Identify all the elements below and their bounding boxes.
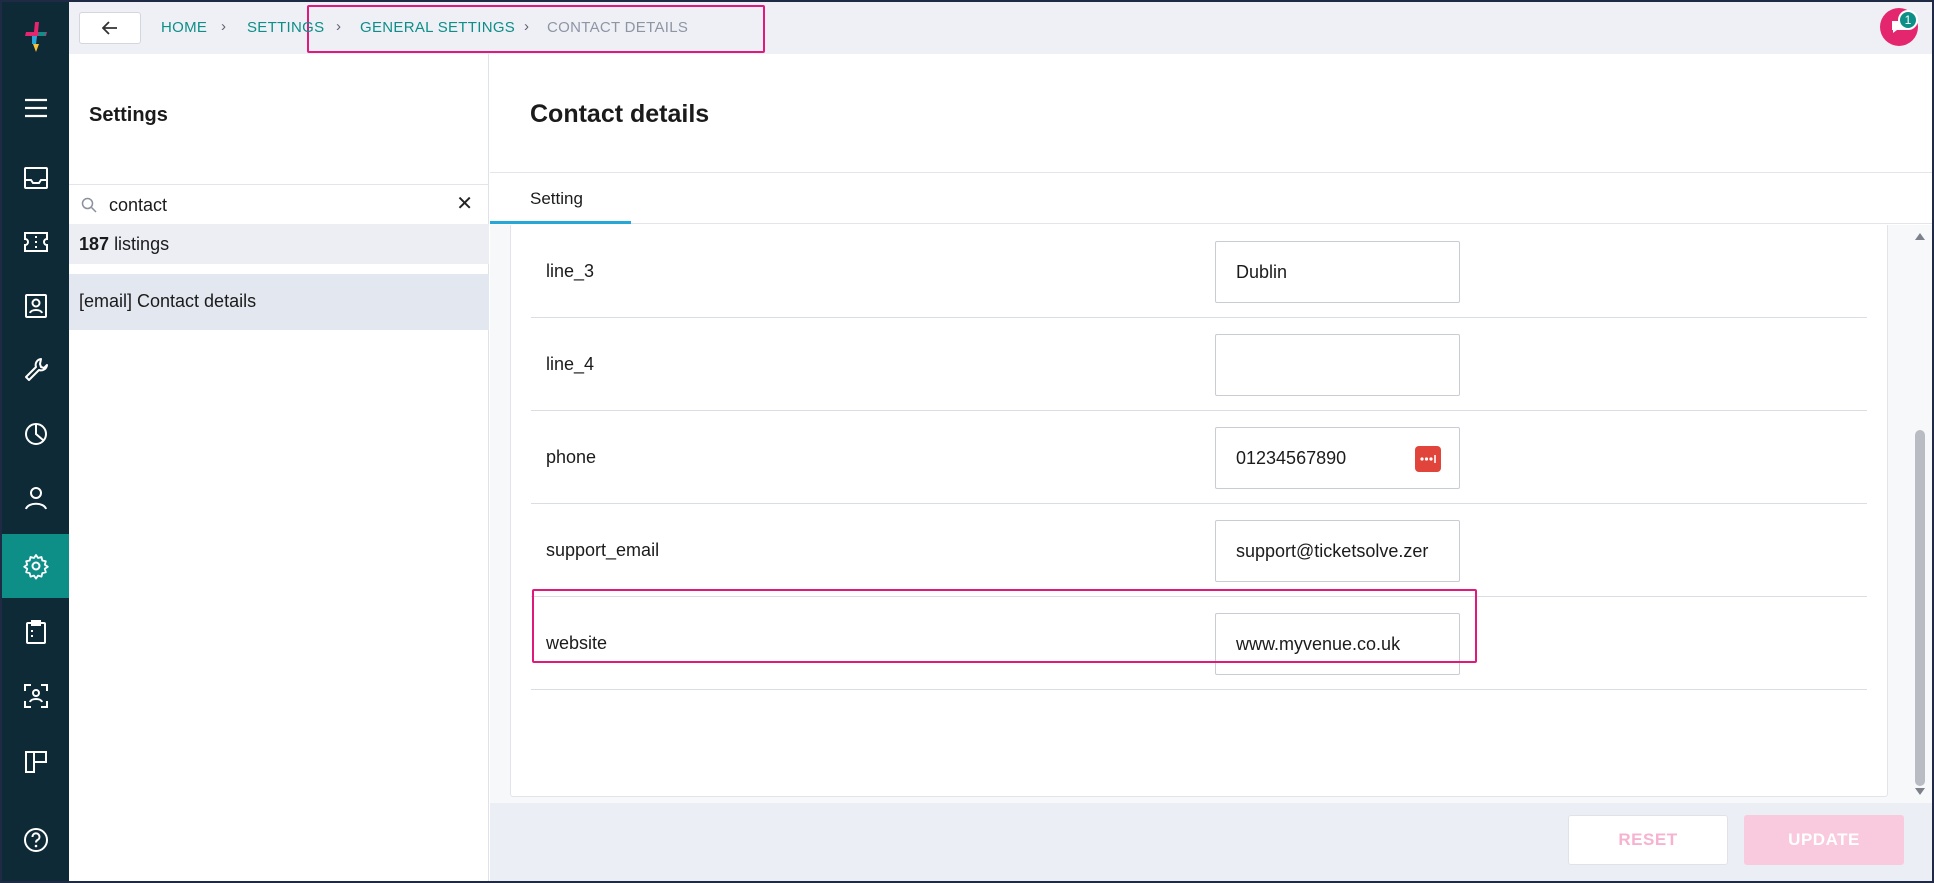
website-field[interactable] — [1215, 613, 1460, 675]
arrow-left-icon — [102, 21, 117, 35]
line-3-field[interactable] — [1215, 241, 1460, 303]
field-label: line_4 — [546, 354, 595, 374]
breadcrumb-general-settings[interactable]: GENERAL SETTINGS — [360, 19, 515, 36]
result-count-label: listings — [114, 234, 170, 254]
clear-search-icon[interactable]: ✕ — [456, 194, 473, 214]
support-email-field[interactable] — [1215, 520, 1460, 582]
ticket-icon[interactable] — [2, 210, 69, 274]
page-title: Contact details — [530, 100, 710, 128]
chevron-right-icon: › — [221, 18, 226, 35]
scrollbar[interactable] — [1914, 230, 1926, 798]
notification-badge: 1 — [1898, 10, 1918, 30]
line-4-field[interactable] — [1215, 334, 1460, 396]
sidebar-title: Settings — [89, 104, 168, 126]
menu-icon[interactable] — [2, 76, 69, 140]
footer-actions: RESET UPDATE — [490, 803, 1932, 881]
chevron-right-icon: › — [336, 18, 341, 35]
reports-icon[interactable] — [2, 402, 69, 466]
breadcrumb-contact-details: CONTACT DETAILS — [547, 19, 689, 36]
inbox-icon[interactable] — [2, 146, 69, 210]
settings-sidebar: Settings ✕ 187 listings [email] Contact … — [69, 54, 489, 881]
password-manager-icon[interactable] — [1415, 446, 1441, 472]
clipboard-icon[interactable] — [2, 600, 69, 664]
field-label: website — [546, 633, 608, 653]
breadcrumb-settings[interactable]: SETTINGS — [247, 19, 324, 36]
table-row: phone — [531, 411, 1867, 504]
search-input[interactable] — [109, 191, 439, 219]
scan-icon[interactable] — [2, 664, 69, 728]
table-row: website — [531, 597, 1867, 690]
logo-icon — [24, 22, 47, 52]
contacts-icon[interactable] — [2, 274, 69, 338]
scroll-up-icon[interactable] — [1914, 230, 1926, 242]
scroll-down-icon[interactable] — [1914, 786, 1926, 798]
nav-rail — [2, 2, 69, 881]
breadcrumb-home[interactable]: HOME — [161, 19, 207, 36]
app-window: HOME › SETTINGS › GENERAL SETTINGS › CON… — [0, 0, 1934, 883]
user-icon[interactable] — [2, 466, 69, 530]
scrollbar-thumb[interactable] — [1915, 430, 1925, 786]
table-row: line_3 — [531, 225, 1867, 318]
field-label: support_email — [546, 540, 660, 560]
reset-button[interactable]: RESET — [1568, 815, 1728, 865]
settings-icon[interactable] — [2, 534, 69, 598]
table-row: line_4 — [531, 318, 1867, 411]
help-icon[interactable] — [2, 808, 69, 872]
table-row: support_email — [531, 504, 1867, 597]
field-label: line_3 — [546, 261, 595, 281]
layout-icon[interactable] — [2, 730, 69, 794]
app-logo[interactable] — [2, 12, 69, 62]
search-icon — [81, 197, 97, 213]
settings-scroll-area: line_3 line_4 phone — [490, 225, 1932, 803]
back-button[interactable] — [79, 12, 141, 44]
chevron-right-icon: › — [524, 18, 529, 35]
tab-setting[interactable]: Setting — [490, 173, 631, 224]
field-label: phone — [546, 447, 597, 467]
settings-card: line_3 line_4 phone — [510, 225, 1888, 797]
tab-bar: Setting — [490, 172, 1932, 224]
top-bar: HOME › SETTINGS › GENERAL SETTINGS › CON… — [69, 2, 1932, 54]
result-count: 187 listings — [69, 224, 489, 264]
list-item[interactable]: [email] Contact details — [69, 274, 489, 330]
result-count-number: 187 — [79, 234, 110, 254]
update-button[interactable]: UPDATE — [1744, 815, 1904, 865]
wrench-icon[interactable] — [2, 338, 69, 402]
search-bar: ✕ — [69, 184, 489, 224]
main-content: Contact details Setting line_3 line_4 — [490, 54, 1932, 881]
